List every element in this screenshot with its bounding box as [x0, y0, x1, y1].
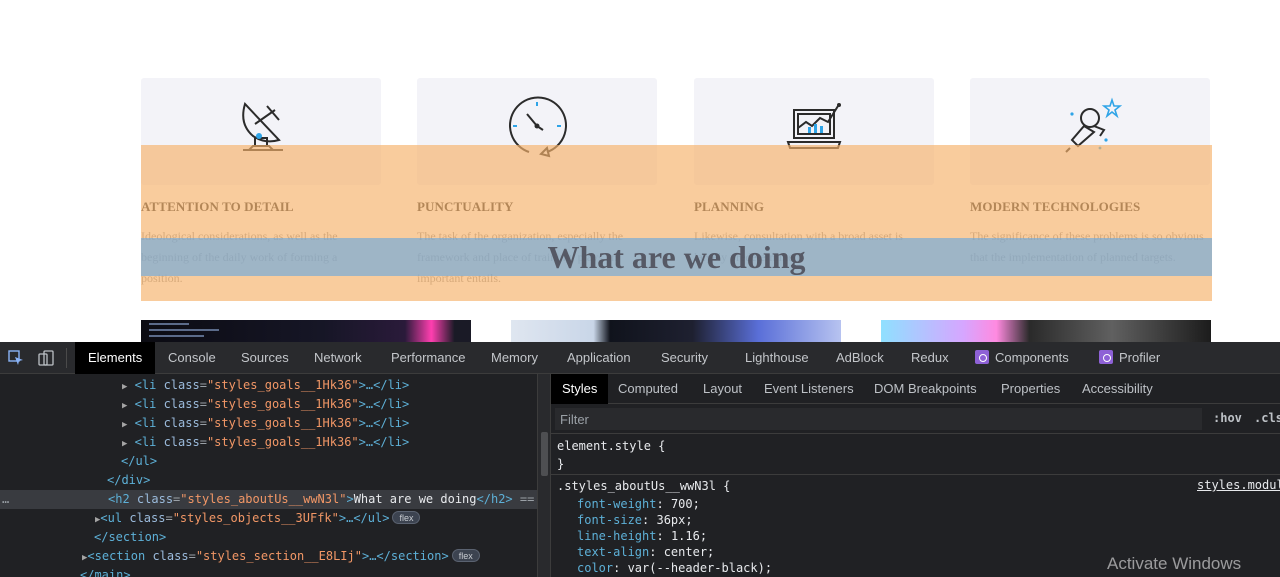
dom-node-li[interactable]: ▶ <li class="styles_goals__1Hk36">…</li> [0, 433, 537, 452]
styles-pane: Styles Computed Layout Event Listeners D… [551, 374, 1280, 577]
styles-subtab-bar: Styles Computed Layout Event Listeners D… [551, 374, 1280, 404]
more-options-icon[interactable]: … [2, 490, 9, 509]
inspect-element-icon[interactable] [8, 350, 24, 366]
tab-network[interactable]: Network [314, 342, 362, 374]
filter-row: :hov .cls [551, 404, 1280, 434]
tab-label: Components [995, 350, 1069, 365]
goal-card-attention [141, 78, 381, 185]
dom-node-ul-objects[interactable]: ▶<ul class="styles_objects__3UFfk">…</ul… [0, 509, 537, 528]
flex-badge[interactable]: flex [392, 511, 421, 524]
device-toolbar-icon[interactable] [38, 350, 54, 366]
tab-components[interactable]: Components [975, 342, 1069, 374]
class-toggle[interactable]: .cls [1254, 411, 1280, 425]
subtab-properties[interactable]: Properties [1001, 374, 1060, 404]
project-image-2[interactable] [511, 320, 841, 342]
dom-node-li[interactable]: ▶ <li class="styles_goals__1Hk36">…</li> [0, 376, 537, 395]
expand-arrow-icon[interactable]: ▶ [122, 401, 127, 411]
website-viewport: ATTENTION TO DETAIL PUNCTUALITY PLANNING… [0, 0, 1280, 342]
tab-adblock[interactable]: AdBlock [836, 342, 884, 374]
subtab-layout[interactable]: Layout [703, 374, 742, 404]
tab-performance[interactable]: Performance [391, 342, 465, 374]
element-style-selector[interactable]: element.style { [557, 438, 665, 454]
scrollbar-thumb[interactable] [541, 432, 548, 476]
rule-divider [551, 474, 1280, 475]
subtab-dom-breakpoints[interactable]: DOM Breakpoints [874, 374, 977, 404]
goal-title: PUNCTUALITY [417, 199, 514, 214]
element-style-close: } [557, 457, 565, 471]
expand-arrow-icon[interactable]: ▶ [122, 420, 127, 430]
goal-card-technologies [970, 78, 1210, 185]
clock-icon [509, 96, 567, 158]
project-image-3[interactable] [881, 320, 1211, 342]
project-image-1[interactable] [141, 320, 471, 342]
css-declaration[interactable]: text-align: center; [577, 544, 714, 560]
panel-splitter[interactable] [537, 374, 551, 577]
tab-profiler[interactable]: Profiler [1099, 342, 1160, 374]
goal-title: MODERN TECHNOLOGIES [970, 199, 1141, 214]
about-us-heading: What are we doing [547, 239, 806, 275]
css-declaration[interactable]: font-weight: 700; [577, 496, 700, 512]
css-declaration[interactable]: line-height: 1.16; [577, 528, 707, 544]
css-declaration[interactable]: font-size: 36px; [577, 512, 693, 528]
tab-application[interactable]: Application [567, 342, 631, 374]
subtab-event-listeners[interactable]: Event Listeners [764, 374, 854, 404]
css-declaration[interactable]: color: var(--header-black); [577, 560, 772, 576]
tab-elements[interactable]: Elements [75, 342, 156, 374]
tab-redux[interactable]: Redux [911, 342, 949, 374]
dom-node-main-close[interactable]: </main> [0, 566, 537, 577]
dom-node-section-close[interactable]: </section> [0, 528, 537, 547]
devtools-tab-bar: Elements Console Sources Network Perform… [0, 342, 1280, 374]
astronaut-rocket-icon [1065, 97, 1122, 153]
satellite-dish-icon [242, 102, 283, 151]
tab-console[interactable]: Console [168, 342, 216, 374]
stylesheet-source-link[interactable]: styles.module [1197, 478, 1280, 492]
dom-tree: ▶ <li class="styles_goals__1Hk36">…</li>… [0, 374, 537, 577]
goal-title: ATTENTION TO DETAIL [141, 199, 294, 214]
flex-badge[interactable]: flex [451, 549, 480, 562]
dom-node-ul-close[interactable]: </ul> [0, 452, 537, 471]
react-icon [1099, 350, 1113, 364]
subtab-styles[interactable]: Styles [551, 374, 609, 404]
expand-arrow-icon[interactable]: ▶ [122, 382, 127, 392]
toolbar-divider [66, 348, 67, 368]
tab-security[interactable]: Security [661, 342, 708, 374]
goal-card-planning [694, 78, 934, 185]
laptop-chart-icon [786, 103, 842, 149]
dom-node-div-close[interactable]: </div> [0, 471, 537, 490]
subtab-accessibility[interactable]: Accessibility [1082, 374, 1153, 404]
expand-arrow-icon[interactable]: ▶ [122, 439, 127, 449]
devtools-panel: Elements Console Sources Network Perform… [0, 342, 1280, 577]
subtab-computed[interactable]: Computed [618, 374, 678, 404]
styles-filter-input[interactable] [555, 408, 1202, 430]
tab-label: Profiler [1119, 350, 1161, 365]
dom-node-li[interactable]: ▶ <li class="styles_goals__1Hk36">…</li> [0, 414, 537, 433]
tab-sources[interactable]: Sources [241, 342, 289, 374]
dom-node-li[interactable]: ▶ <li class="styles_goals__1Hk36">…</li> [0, 395, 537, 414]
goal-title: PLANNING [694, 199, 765, 214]
activate-windows-watermark: Activate Windows [1107, 554, 1242, 573]
react-icon [975, 350, 989, 364]
dom-node-h2-selected[interactable]: … <h2 class="styles_aboutUs__wwN3l">What … [0, 490, 537, 509]
dom-node-section[interactable]: ▶<section class="styles_section__E8LIj">… [0, 547, 537, 566]
tab-memory[interactable]: Memory [491, 342, 538, 374]
goal-card-punctuality [417, 78, 657, 185]
tab-lighthouse[interactable]: Lighthouse [745, 342, 809, 374]
hover-state-toggle[interactable]: :hov [1213, 411, 1242, 425]
css-rule-selector[interactable]: .styles_aboutUs__wwN3l { [557, 478, 730, 494]
